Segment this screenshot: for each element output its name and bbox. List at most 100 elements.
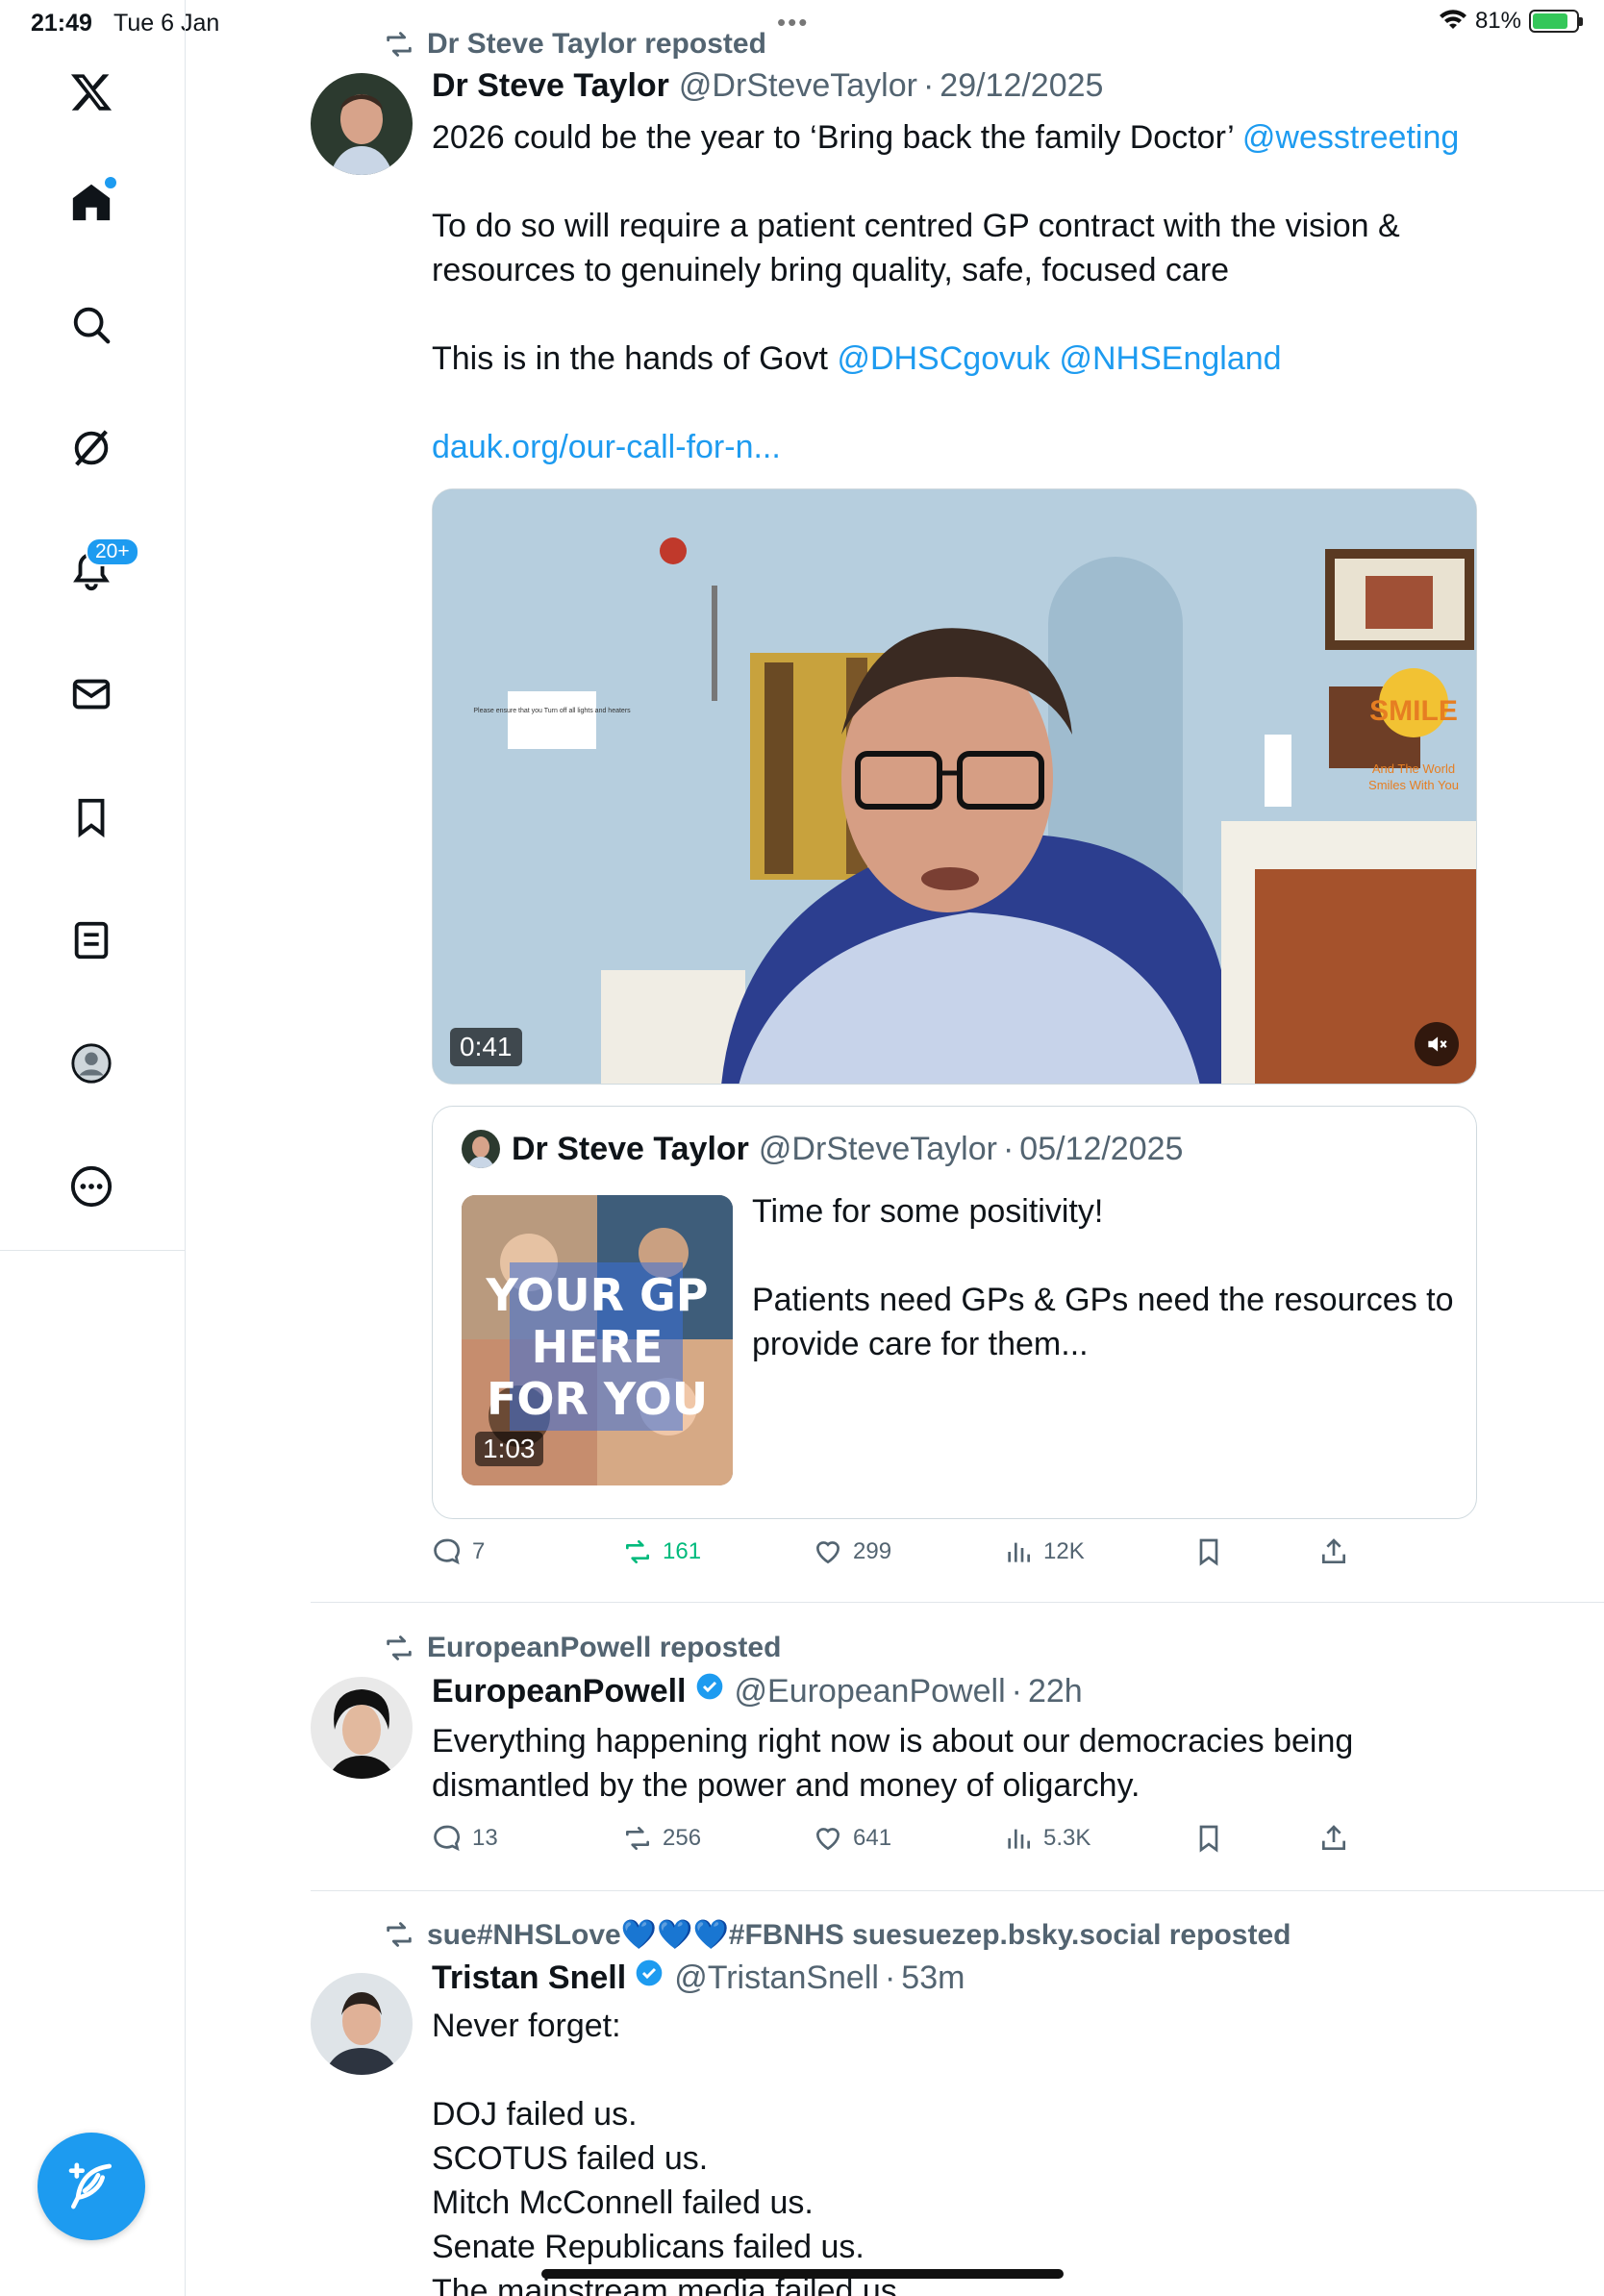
author-handle[interactable]: @EuropeanPowell (735, 1673, 1006, 1710)
mention-link[interactable]: @DHSCgovuk (837, 340, 1050, 377)
repost-indicator: sue#NHSLove💙💙💙#FBNHS suesuezep.bsky.soci… (383, 1915, 1291, 1954)
text-line: To do so will require a patient centred … (432, 208, 1400, 244)
quote-header: Dr Steve Taylor @DrSteveTaylor · 05/12/2… (462, 1130, 1183, 1168)
repost-button[interactable]: 256 (622, 1823, 701, 1854)
tweet-header: Dr Steve Taylor @DrSteveTaylor · 29/12/2… (432, 67, 1103, 110)
text-line: Time for some positivity! (752, 1193, 1104, 1230)
share-button[interactable] (1318, 1823, 1349, 1854)
grok-icon[interactable] (53, 410, 130, 487)
home-icon[interactable] (53, 163, 130, 240)
avatar[interactable] (311, 1973, 413, 2075)
quote-date: 05/12/2025 (1019, 1130, 1184, 1167)
tweet[interactable]: Dr Steve Taylor reposted Dr Steve Taylor… (311, 0, 1604, 1596)
repost-icon (387, 1922, 412, 1947)
post-date[interactable]: 22h (1028, 1673, 1083, 1710)
video-player[interactable]: Please ensure that you Turn off all ligh… (432, 488, 1477, 1085)
tweet[interactable]: sue#NHSLove💙💙💙#FBNHS suesuezep.bsky.soci… (311, 1890, 1604, 2296)
tweet-text: Everything happening right now is about … (432, 1719, 1604, 1808)
author-name[interactable]: Tristan Snell (432, 1959, 626, 1997)
video-frame: Please ensure that you Turn off all ligh… (433, 489, 1476, 1084)
text-line: resources to genuinely bring quality, sa… (432, 252, 1230, 288)
tweet[interactable]: EuropeanPowell reposted EuropeanPowell @… (311, 1602, 1604, 1890)
bookmarks-icon[interactable] (53, 779, 130, 856)
repost-button[interactable]: 161 (622, 1536, 701, 1567)
notifications-bell-icon[interactable]: 20+ (53, 533, 139, 610)
mention-link[interactable]: @wesstreeting (1242, 119, 1459, 156)
heart-icon (815, 1828, 840, 1851)
poster-subtext: And The World (1372, 761, 1455, 776)
sidebar: 20+ (0, 0, 186, 2296)
tweet-header: EuropeanPowell @EuropeanPowell · 22h (432, 1671, 1083, 1713)
author-name[interactable]: EuropeanPowell (432, 1673, 687, 1710)
repost-icon (626, 1827, 649, 1850)
dot-separator: · (1002, 1130, 1015, 1167)
repost-by: EuropeanPowell reposted (427, 1632, 782, 1663)
search-icon[interactable] (53, 287, 130, 363)
text-line: provide care for them... (752, 1326, 1089, 1362)
bookmark-icon (1199, 1825, 1218, 1853)
messages-envelope-icon[interactable] (53, 656, 130, 733)
post-date[interactable]: 53m (901, 1959, 965, 1997)
reply-button[interactable]: 13 (432, 1823, 498, 1854)
quote-avatar (462, 1130, 500, 1168)
text-line: Never forget: (432, 2008, 621, 2044)
x-logo-icon[interactable] (53, 54, 130, 131)
compose-post-button[interactable] (38, 2133, 145, 2240)
author-handle[interactable]: @TristanSnell (674, 1959, 879, 1997)
like-button[interactable]: 299 (813, 1536, 891, 1567)
text-line: Patients need GPs & GPs need the resourc… (752, 1282, 1454, 1318)
author-handle[interactable]: @DrSteveTaylor (679, 67, 917, 105)
verified-badge-icon (636, 1959, 663, 1986)
home-unread-dot (105, 177, 116, 188)
quote-video-thumbnail[interactable]: YOUR GP HERE FOR YOU 1:03 (462, 1195, 733, 1485)
mute-toggle-button[interactable] (1415, 1022, 1459, 1066)
notifications-badge: 20+ (86, 537, 139, 566)
text-line: This is in the hands of Govt (432, 340, 838, 377)
text-line: Senate Republicans failed us. (432, 2229, 865, 2265)
views-button[interactable]: 12K (1003, 1536, 1085, 1567)
tweet-text: Never forget: DOJ failed us. SCOTUS fail… (432, 2004, 1604, 2296)
like-count: 299 (853, 1538, 892, 1564)
avatar[interactable] (311, 73, 413, 175)
more-options-icon[interactable] (53, 1148, 130, 1225)
text-line: SCOTUS failed us. (432, 2140, 709, 2177)
repost-by: Dr Steve Taylor reposted (427, 28, 766, 60)
sidebar-divider (0, 1250, 186, 1251)
bookmark-button[interactable] (1193, 1823, 1224, 1854)
quote-author-name: Dr Steve Taylor (512, 1130, 749, 1167)
verified-badge-icon (696, 1673, 722, 1700)
mention-link[interactable]: @NHSEngland (1059, 340, 1281, 377)
share-icon (1322, 1538, 1345, 1563)
profile-avatar-icon[interactable] (53, 1025, 130, 1102)
text-line: Mitch McConnell failed us. (432, 2184, 814, 2221)
thumbnail-caption: FOR YOU (487, 1373, 708, 1425)
tweet-text: 2026 could be the year to ‘Bring back th… (432, 115, 1604, 469)
post-date[interactable]: 29/12/2025 (940, 67, 1103, 105)
repost-icon (626, 1540, 649, 1563)
author-name[interactable]: Dr Steve Taylor (432, 67, 669, 105)
quoted-tweet-card[interactable]: Dr Steve Taylor @DrSteveTaylor · 05/12/2… (432, 1106, 1477, 1519)
repost-icon (387, 32, 412, 57)
url-link[interactable]: dauk.org/our-call-for-n... (432, 425, 1604, 469)
tweet-actions: 13 256 641 5.3K (432, 1823, 1355, 1861)
avatar[interactable] (311, 1677, 413, 1779)
share-button[interactable] (1318, 1536, 1349, 1567)
poster-subtext: Smiles With You (1368, 778, 1459, 792)
lists-icon[interactable] (53, 902, 130, 979)
like-button[interactable]: 641 (813, 1823, 891, 1854)
text-line: Everything happening right now is about … (432, 1723, 1354, 1759)
bookmark-button[interactable] (1193, 1536, 1224, 1567)
bookmark-icon (1199, 1538, 1218, 1566)
view-count: 12K (1043, 1538, 1085, 1564)
video-duration: 0:41 (450, 1028, 522, 1066)
repost-indicator: Dr Steve Taylor reposted (383, 25, 766, 63)
tweet-header: Tristan Snell @TristanSnell · 53m (432, 1958, 965, 2000)
repost-icon (387, 1635, 412, 1660)
reply-icon (434, 1538, 461, 1565)
wall-sign-text: Please ensure that you Turn off all ligh… (473, 708, 631, 714)
quote-text: Time for some positivity! Patients need … (752, 1189, 1454, 1366)
reply-button[interactable]: 7 (432, 1536, 485, 1567)
text-line: DOJ failed us. (432, 2096, 638, 2133)
home-indicator[interactable] (541, 2269, 1064, 2279)
views-button[interactable]: 5.3K (1003, 1823, 1090, 1854)
